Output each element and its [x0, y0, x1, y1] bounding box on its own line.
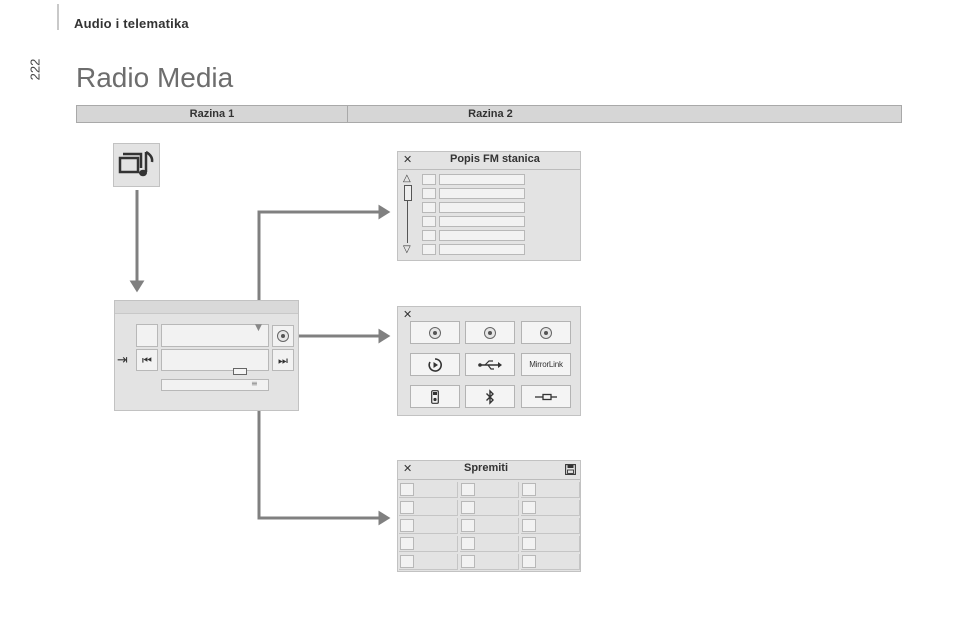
usb-icon: [478, 359, 502, 370]
ipod-icon: [431, 389, 439, 404]
preset-slot[interactable]: [460, 518, 519, 534]
play-icon: [428, 357, 442, 372]
preset-logo-box: [522, 519, 536, 532]
preset-slot[interactable]: [521, 500, 580, 516]
bluetooth-icon: [486, 388, 494, 405]
screen-status-bar: [115, 301, 298, 314]
fm-station-list-panel: ✕ Popis FM stanica △ ▽: [397, 151, 581, 261]
preset-logo-box: [461, 501, 475, 514]
radio-main-screen: ▼ ⇥ ⏮ ⏭ ≡: [114, 300, 299, 411]
previous-button[interactable]: ⏮: [136, 349, 158, 371]
radiotext-box: [161, 349, 269, 371]
fm-station-row[interactable]: [439, 244, 525, 255]
preset-logo-box: [400, 501, 414, 514]
preset-logo-box: [522, 483, 536, 496]
fm-station-row[interactable]: [439, 174, 525, 185]
preset-logo-box: [400, 537, 414, 550]
preset-slot[interactable]: [460, 500, 519, 516]
enter-icon[interactable]: ⇥: [117, 354, 128, 367]
fm-station-logo: [422, 174, 436, 185]
preset-logo-box: [461, 483, 475, 496]
preset-slot[interactable]: [399, 536, 458, 552]
fm-list-title: Popis FM stanica: [450, 153, 540, 165]
close-icon[interactable]: ✕: [403, 153, 412, 166]
station-logo-box: [136, 324, 158, 347]
scrollbar-thumb[interactable]: [404, 185, 412, 201]
radio-media-menu-icon[interactable]: [113, 143, 160, 187]
preset-slot[interactable]: [460, 554, 519, 570]
fm-station-row[interactable]: [439, 216, 525, 227]
fm-station-row[interactable]: [439, 202, 525, 213]
previous-icon: ⏮: [142, 353, 152, 367]
title-divider: [398, 479, 580, 480]
title-divider: [398, 169, 580, 170]
station-name-box[interactable]: [161, 324, 269, 347]
preset-slot[interactable]: [460, 482, 519, 498]
close-icon[interactable]: ✕: [403, 462, 412, 475]
preset-slot[interactable]: [521, 482, 580, 498]
equalizer-icon: ≡: [251, 379, 258, 388]
mirrorlink-logo: MirrorLink: [529, 360, 563, 369]
cd-source-button-2[interactable]: [465, 321, 515, 344]
preset-slot[interactable]: [399, 554, 458, 570]
mirrorlink-button[interactable]: MirrorLink: [521, 353, 571, 376]
fm-station-logo: [422, 202, 436, 213]
ipod-source-button[interactable]: [410, 385, 460, 408]
cd-icon: [484, 326, 496, 339]
preset-slot[interactable]: [521, 554, 580, 570]
preset-logo-box: [400, 519, 414, 532]
preset-logo-box: [461, 519, 475, 532]
preset-slot[interactable]: [399, 518, 458, 534]
preset-slot[interactable]: [460, 536, 519, 552]
cd-icon: [540, 326, 552, 339]
close-icon[interactable]: ✕: [403, 308, 412, 321]
scroll-down-icon[interactable]: ▽: [403, 245, 411, 255]
presets-title: Spremiti: [464, 462, 509, 474]
preset-logo-box: [461, 537, 475, 550]
preset-slot[interactable]: [521, 518, 580, 534]
preset-logo-box: [400, 483, 414, 496]
preset-logo-box: [400, 555, 414, 568]
aux-source-button[interactable]: [521, 385, 571, 408]
scroll-up-icon[interactable]: △: [403, 174, 411, 184]
usb-source-button[interactable]: [465, 353, 515, 376]
aux-cable-icon: [535, 393, 557, 400]
fm-station-logo: [422, 244, 436, 255]
preset-logo-box: [522, 501, 536, 514]
cd-source-button-1[interactable]: [410, 321, 460, 344]
next-button[interactable]: ⏭: [272, 349, 294, 371]
preset-logo-box: [522, 537, 536, 550]
presets-panel: ✕ Spremiti: [397, 460, 581, 572]
preset-slot[interactable]: [521, 536, 580, 552]
save-icon[interactable]: [565, 464, 576, 475]
frequency-slider[interactable]: [233, 368, 247, 375]
cd-icon: [429, 326, 441, 339]
fm-station-logo: [422, 188, 436, 199]
fm-station-row[interactable]: [439, 230, 525, 241]
cd-icon: [277, 330, 289, 342]
media-source-button[interactable]: [272, 325, 294, 347]
preset-slot[interactable]: [399, 500, 458, 516]
media-sources-panel: ✕ MirrorLink: [397, 306, 581, 416]
preset-slot[interactable]: [399, 482, 458, 498]
streaming-source-button[interactable]: [410, 353, 460, 376]
preset-logo-box: [522, 555, 536, 568]
next-icon: ⏭: [278, 353, 288, 367]
bluetooth-source-button[interactable]: [465, 385, 515, 408]
fm-station-row[interactable]: [439, 188, 525, 199]
fm-station-logo: [422, 230, 436, 241]
preset-logo-box: [461, 555, 475, 568]
radio-media-icon: [118, 150, 153, 177]
triangle-down-icon: ▼: [255, 323, 262, 333]
fm-station-logo: [422, 216, 436, 227]
cd-source-button-3[interactable]: [521, 321, 571, 344]
